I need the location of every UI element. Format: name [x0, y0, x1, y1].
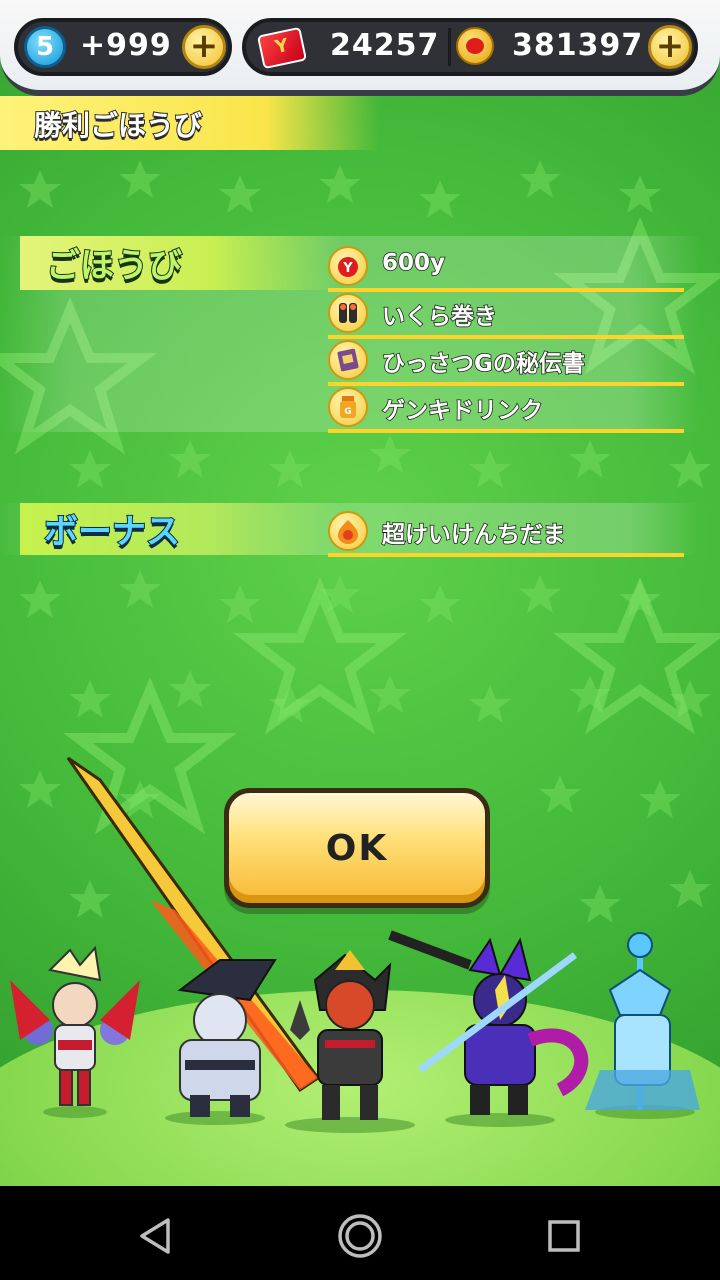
- reward-item-sushi: いくら巻き: [328, 291, 684, 339]
- ok-button-label: OK: [325, 827, 389, 869]
- money-count: 381397: [512, 28, 644, 63]
- reward-item-money: Y 600y: [328, 244, 684, 292]
- ticket-count: 24257: [330, 28, 440, 63]
- currency-panel: Y 24257 381397 +: [242, 18, 698, 76]
- battle-result-screen: 5 +999 + Y 24257 381397 + 勝利ごほうび ごほうび Y …: [0, 0, 720, 1186]
- secret-book-icon: [328, 340, 368, 380]
- ok-button[interactable]: OK: [224, 788, 490, 908]
- bonus-item-exp-orb: 超けいけんちだま: [328, 509, 684, 557]
- rewards-section-label: ごほうび: [45, 245, 183, 287]
- reward-label: 超けいけんちだま: [381, 521, 566, 549]
- reward-label: いくら巻き: [381, 303, 498, 331]
- title-banner: 勝利ごほうび: [0, 96, 380, 150]
- ticket-icon: Y: [256, 26, 308, 70]
- stamina-value: +999: [80, 28, 172, 63]
- page-title: 勝利ごほうび: [33, 108, 203, 143]
- drink-icon: G: [328, 387, 368, 427]
- back-icon[interactable]: [136, 1216, 176, 1256]
- reward-label: 600y: [381, 249, 446, 277]
- currency-divider: [448, 28, 451, 66]
- stamina-panel: 5 +999 +: [14, 18, 232, 76]
- reward-item-book: ひっさつGの秘伝書: [328, 338, 684, 386]
- svg-text:Y: Y: [342, 261, 353, 276]
- add-money-button[interactable]: +: [648, 25, 692, 69]
- bonus-section-label: ボーナス: [43, 511, 181, 553]
- money-bag-icon: Y: [328, 246, 368, 286]
- reward-item-drink: G ゲンキドリンク: [328, 385, 684, 433]
- add-stamina-button[interactable]: +: [182, 25, 226, 69]
- sushi-icon: [328, 293, 368, 333]
- stamina-level-badge: 5: [24, 26, 66, 68]
- money-bag-icon: [456, 27, 494, 65]
- home-icon[interactable]: [336, 1212, 384, 1260]
- currency-bar: 5 +999 + Y 24257 381397 +: [0, 0, 720, 96]
- system-navigation-bar: [0, 1186, 720, 1280]
- recent-apps-icon[interactable]: [546, 1218, 582, 1254]
- exp-orb-icon: [328, 511, 368, 551]
- svg-text:G: G: [344, 407, 351, 417]
- reward-label: ひっさつGの秘伝書: [381, 350, 585, 378]
- reward-label: ゲンキドリンク: [381, 397, 544, 425]
